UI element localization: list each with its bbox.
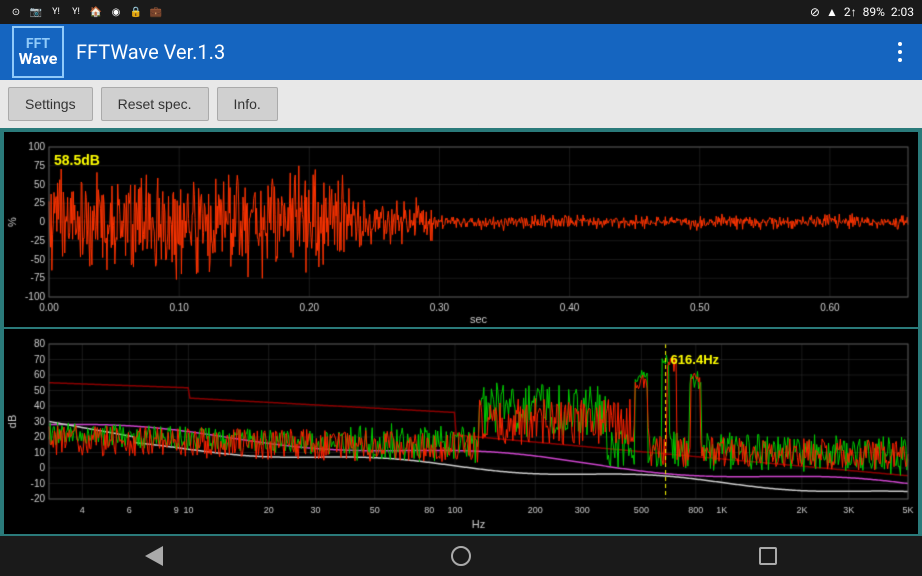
yahoo2-icon: Y! [68, 5, 84, 19]
fft-chart[interactable] [4, 329, 918, 534]
toolbar: Settings Reset spec. Info. [0, 80, 922, 128]
dot3 [898, 58, 902, 62]
home-button[interactable] [431, 538, 491, 574]
app4-icon: 💼 [148, 5, 164, 19]
wifi-icon: ⊙ [8, 5, 24, 19]
dot2 [898, 50, 902, 54]
info-button[interactable]: Info. [217, 87, 278, 121]
app1-icon: 🏠 [88, 5, 104, 19]
wave-chart[interactable] [4, 132, 918, 327]
signal-icon: 2↑ [844, 5, 857, 19]
menu-dots-button[interactable] [890, 42, 910, 62]
status-icons-right: ⊘ ▲ 2↑ 89% 2:03 [810, 5, 914, 19]
camera-icon: 📷 [28, 5, 44, 19]
app2-icon: ◉ [108, 5, 124, 19]
charts-area [0, 128, 922, 536]
yahoo1-icon: Y! [48, 5, 64, 19]
title-bar: FFT Wave FFTWave Ver.1.3 [0, 24, 922, 80]
app-title: FFTWave Ver.1.3 [76, 40, 878, 64]
app-icon: FFT Wave [12, 26, 64, 78]
battery-level: 89% [863, 5, 885, 19]
time-display: 2:03 [891, 5, 914, 19]
settings-button[interactable]: Settings [8, 87, 93, 121]
home-icon [451, 546, 471, 566]
app3-icon: 🔒 [128, 5, 144, 19]
status-icons-left: ⊙ 📷 Y! Y! 🏠 ◉ 🔒 💼 [8, 5, 164, 19]
nav-bar [0, 536, 922, 576]
wifi-signal-icon: ▲ [826, 5, 838, 19]
wave-label: Wave [19, 51, 58, 67]
dot1 [898, 42, 902, 46]
recent-button[interactable] [738, 538, 798, 574]
recent-icon [759, 547, 777, 565]
reset-spec-button[interactable]: Reset spec. [101, 87, 209, 121]
blocked-icon: ⊘ [810, 5, 820, 19]
back-icon [145, 546, 163, 566]
status-bar: ⊙ 📷 Y! Y! 🏠 ◉ 🔒 💼 ⊘ ▲ 2↑ 89% 2:03 [0, 0, 922, 24]
back-button[interactable] [124, 538, 184, 574]
